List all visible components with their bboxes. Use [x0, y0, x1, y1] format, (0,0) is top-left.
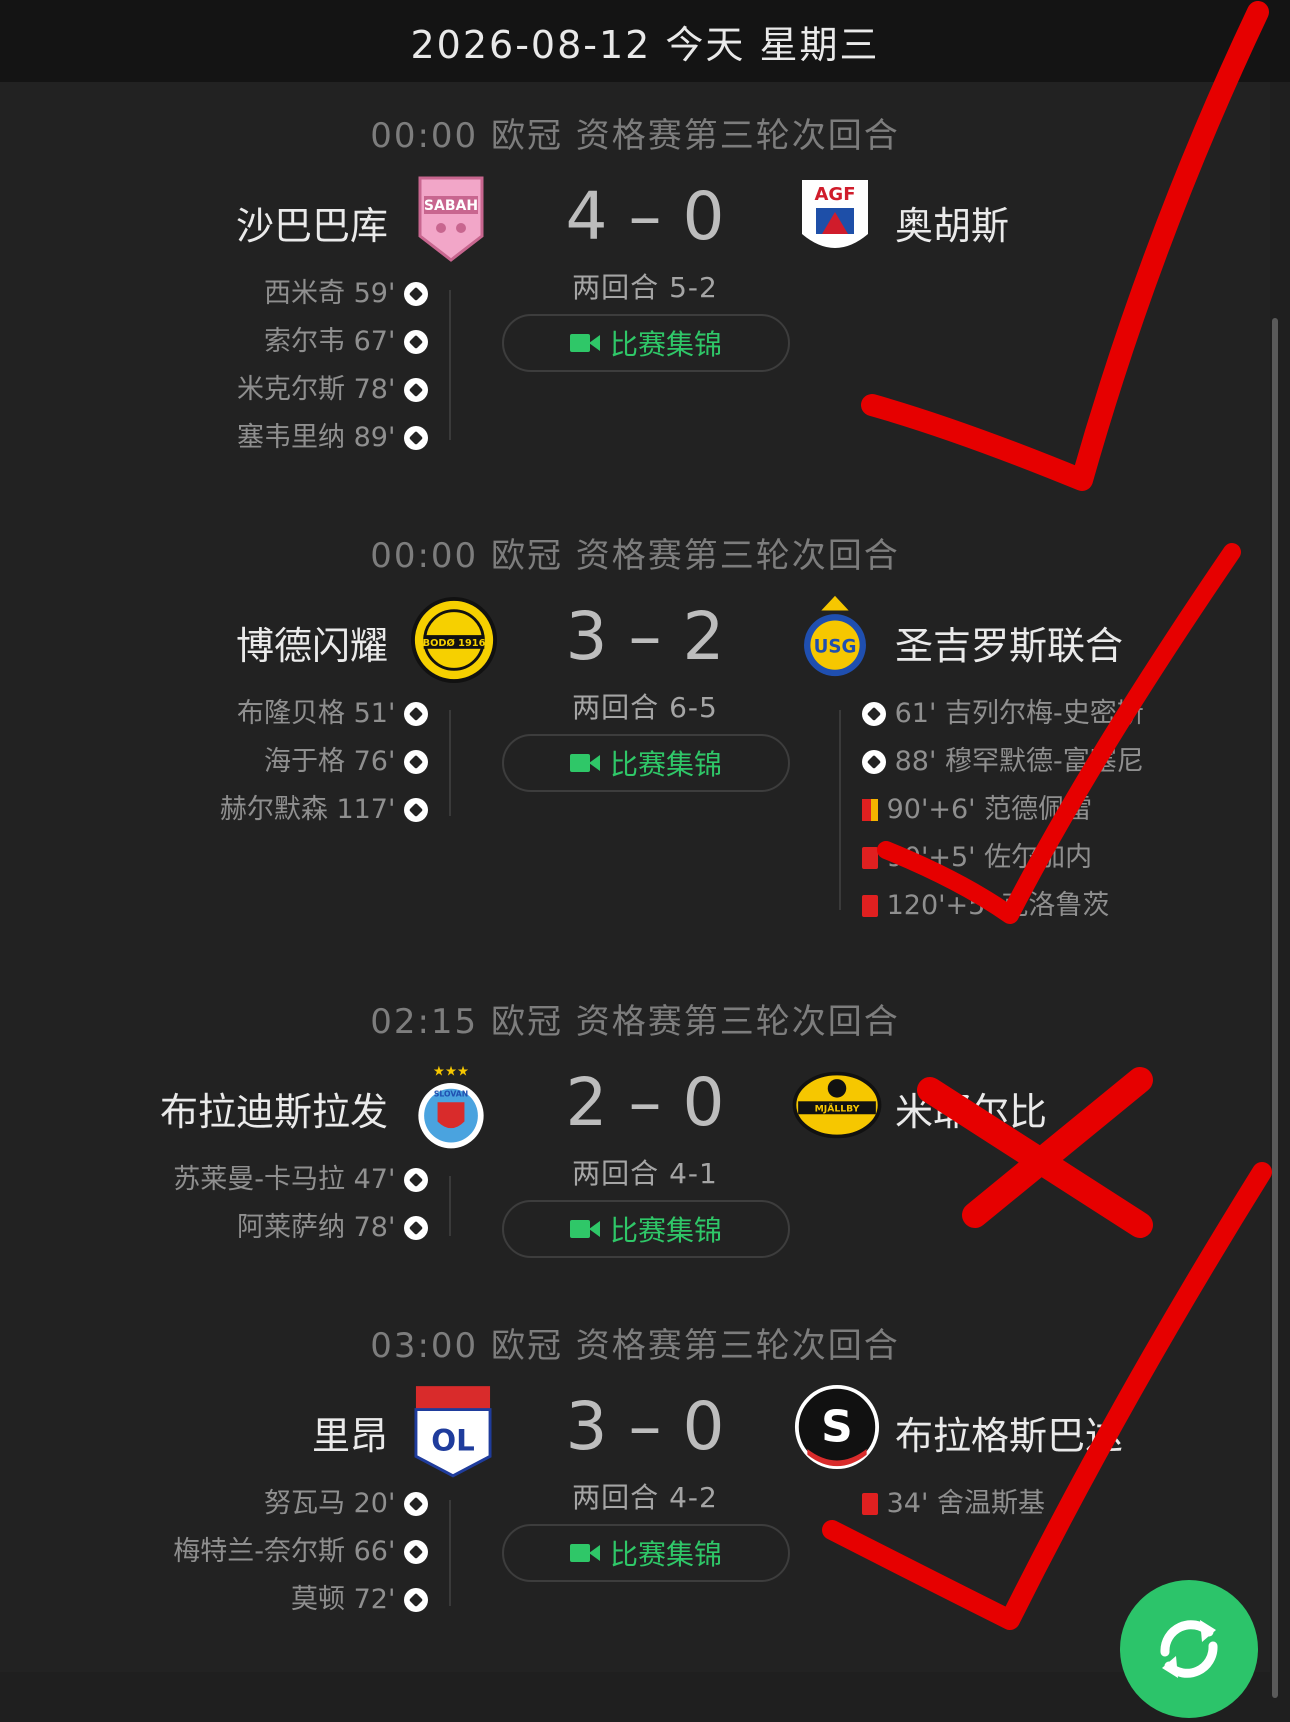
match-card[interactable]: 02:15 欧冠 资格赛第三轮次回合 布拉迪斯拉发 ★★★ SLOVAN 2 –… — [0, 968, 1270, 1294]
event-timeline — [839, 710, 841, 910]
away-team-name[interactable]: 奥胡斯 — [895, 195, 1009, 250]
goal-event: 努瓦马 20' — [264, 1484, 428, 1524]
goal-event: 莫顿 72' — [291, 1580, 428, 1620]
away-team-name[interactable]: 布拉格斯巴达 — [895, 1405, 1123, 1460]
highlights-label: 比赛集锦 — [609, 328, 722, 361]
soccer-ball-icon — [404, 1492, 428, 1516]
red-card-icon — [862, 895, 878, 917]
away-team-name[interactable]: 米耶尔比 — [895, 1081, 1047, 1136]
soccer-ball-icon — [404, 702, 428, 726]
date-header: 2026-08-12 今天 星期三 — [0, 0, 1290, 82]
score: 2 – 0 — [565, 1064, 725, 1141]
highlights-button[interactable]: 比赛集锦 — [502, 1524, 790, 1582]
goal-event: 梅特兰-奈尔斯 66' — [173, 1532, 428, 1572]
sparta-praha-logo: S — [794, 1384, 880, 1470]
video-icon — [569, 1542, 600, 1564]
scrollbar[interactable] — [1272, 318, 1278, 1698]
logo-text: S — [821, 1401, 853, 1452]
event-timeline — [449, 1176, 451, 1236]
goal-event: 赫尔默森 117' — [220, 790, 428, 830]
goal-event: 西米奇 59' — [264, 274, 428, 314]
usg-logo: USG — [804, 595, 866, 677]
home-events: 布隆贝格 51' 海于格 76' 赫尔默森 117' — [0, 694, 428, 854]
refresh-icon — [1160, 1620, 1218, 1678]
agf-logo: AGF — [802, 180, 868, 248]
match-meta: 02:15 欧冠 资格赛第三轮次回合 — [370, 1002, 900, 1042]
soccer-ball-icon — [862, 750, 886, 774]
away-events: 34' 舍温斯基 — [862, 1484, 1262, 1534]
soccer-ball-icon — [404, 282, 428, 306]
match-meta: 00:00 欧冠 资格赛第三轮次回合 — [370, 116, 900, 156]
match-meta: 00:00 欧冠 资格赛第三轮次回合 — [370, 536, 900, 576]
soccer-ball-icon — [404, 378, 428, 402]
home-events: 苏莱曼-卡马拉 47' 阿莱萨纳 78' — [0, 1160, 428, 1260]
logo-text: MJÄLLBY — [815, 1103, 860, 1114]
logo-text: AGF — [814, 184, 855, 205]
home-events: 西米奇 59' 索尔韦 67' 米克尔斯 78' 塞韦里纳 89' — [0, 274, 428, 474]
away-team-name[interactable]: 圣吉罗斯联合 — [895, 615, 1123, 670]
away-events: 61' 吉列尔梅-史密斯 88' 穆罕默德-富塞尼 90'+6' 范德佩雷 90… — [862, 694, 1262, 944]
soccer-ball-icon — [404, 426, 428, 450]
video-icon — [569, 752, 600, 774]
soccer-ball-icon — [862, 702, 886, 726]
goal-event: 阿莱萨纳 78' — [237, 1208, 428, 1248]
soccer-ball-icon — [404, 1540, 428, 1564]
soccer-ball-icon — [404, 330, 428, 354]
logo-text: USG — [814, 636, 857, 657]
soccer-ball-icon — [404, 1588, 428, 1612]
card-event: 90'+5' 佐尔加内 — [862, 838, 1092, 878]
event-timeline — [449, 290, 451, 440]
event-timeline — [449, 710, 451, 816]
video-icon — [569, 1218, 600, 1240]
goal-event: 米克尔斯 78' — [237, 370, 428, 410]
match-meta: 03:00 欧冠 资格赛第三轮次回合 — [370, 1326, 900, 1366]
event-timeline — [449, 1500, 451, 1606]
highlights-button[interactable]: 比赛集锦 — [502, 734, 790, 792]
mjallby-logo: MJÄLLBY — [792, 1071, 882, 1139]
second-yellow-card-icon — [862, 799, 878, 821]
goal-event: 布隆贝格 51' — [237, 694, 428, 734]
card-event: 34' 舍温斯基 — [862, 1484, 1045, 1524]
red-card-icon — [862, 847, 878, 869]
highlights-label: 比赛集锦 — [609, 1214, 722, 1247]
highlights-label: 比赛集锦 — [609, 1538, 722, 1571]
soccer-ball-icon — [404, 1168, 428, 1192]
score: 4 – 0 — [565, 178, 725, 255]
goal-event: 索尔韦 67' — [264, 322, 428, 362]
video-icon — [569, 332, 600, 354]
goal-event: 苏莱曼-卡马拉 47' — [173, 1160, 428, 1200]
soccer-ball-icon — [404, 750, 428, 774]
highlights-label: 比赛集锦 — [609, 748, 722, 781]
card-event: 120'+5' 克洛鲁茨 — [862, 886, 1109, 926]
soccer-ball-icon — [404, 798, 428, 822]
card-event: 90'+6' 范德佩雷 — [862, 790, 1092, 830]
highlights-button[interactable]: 比赛集锦 — [502, 1200, 790, 1258]
match-card[interactable]: 00:00 欧冠 资格赛第三轮次回合 沙巴巴库 SABAH 4 – 0 两回合 … — [0, 82, 1270, 504]
goal-event: 塞韦里纳 89' — [237, 418, 428, 458]
match-card[interactable]: 03:00 欧冠 资格赛第三轮次回合 里昂 OL 3 – 0 两回合 4-2 比… — [0, 1292, 1270, 1672]
home-events: 努瓦马 20' 梅特兰-奈尔斯 66' 莫顿 72' — [0, 1484, 428, 1644]
refresh-button[interactable] — [1120, 1580, 1258, 1718]
soccer-ball-icon — [404, 1216, 428, 1240]
highlights-button[interactable]: 比赛集锦 — [502, 314, 790, 372]
goal-event: 88' 穆罕默德-富塞尼 — [862, 742, 1144, 782]
red-card-icon — [862, 1493, 878, 1515]
match-card[interactable]: 00:00 欧冠 资格赛第三轮次回合 博德闪耀 BODØ 1916 3 – 2 … — [0, 502, 1270, 970]
goal-event: 海于格 76' — [264, 742, 428, 782]
goal-event: 61' 吉列尔梅-史密斯 — [862, 694, 1144, 734]
